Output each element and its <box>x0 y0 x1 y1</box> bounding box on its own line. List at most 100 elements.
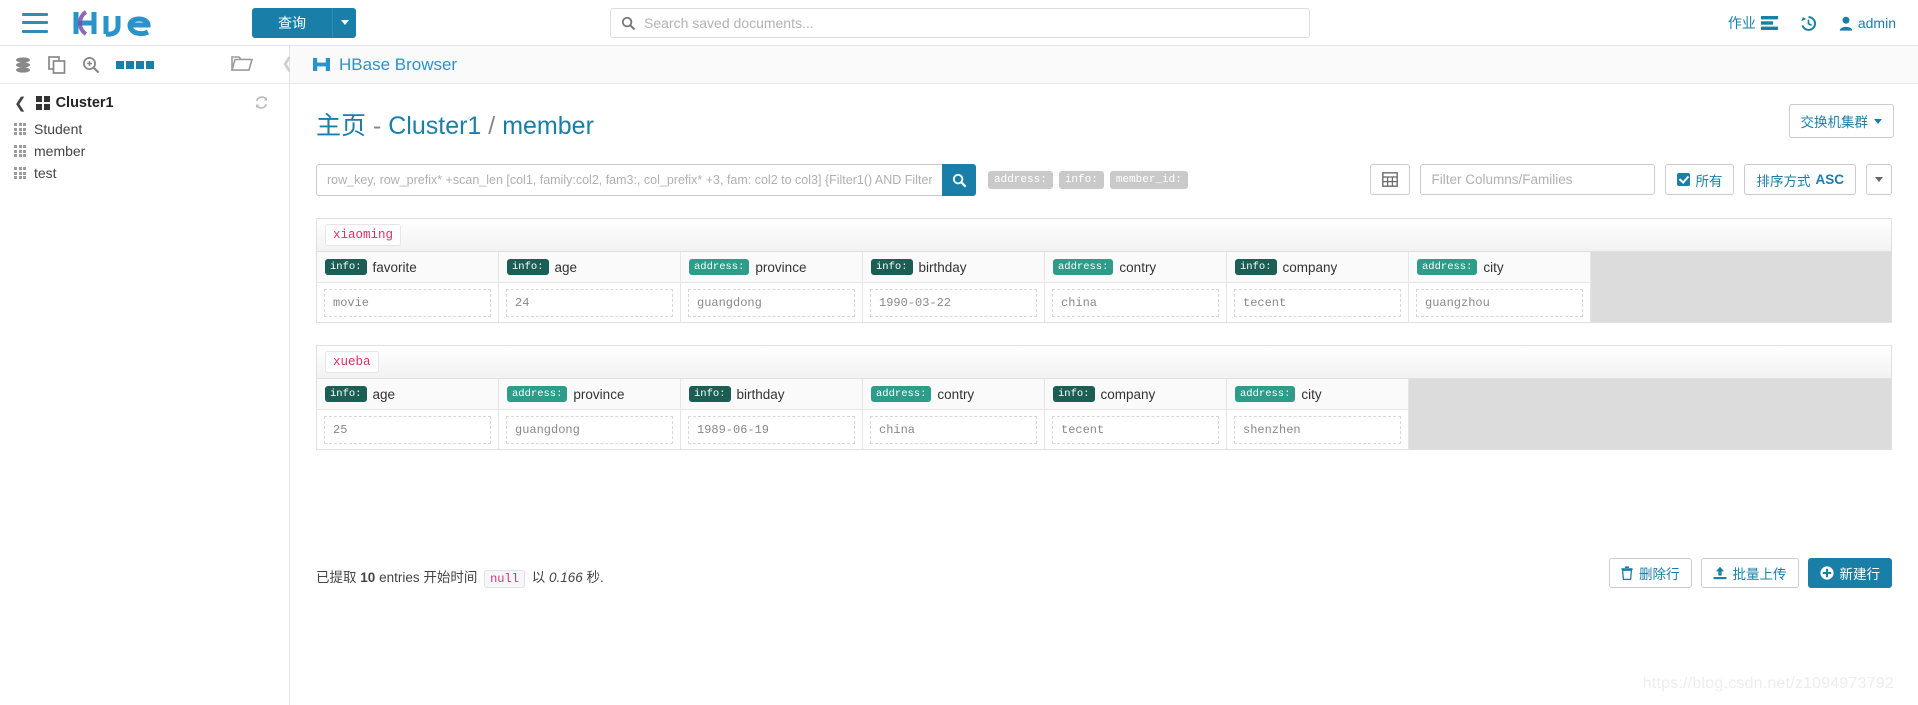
sort-dropdown-button[interactable] <box>1866 164 1892 195</box>
jobs-link[interactable]: 作业 <box>1728 13 1778 33</box>
breadcrumb-home[interactable]: 主页 <box>316 112 366 140</box>
column-name: city <box>1301 386 1322 402</box>
cell-column: address: province guangdong <box>681 252 863 322</box>
assist-panel-icons: ❮ <box>0 46 294 84</box>
family-tag[interactable]: info: <box>1058 171 1104 189</box>
status-count: 10 <box>360 570 376 585</box>
column-name: birthday <box>736 386 785 402</box>
query-button[interactable]: 查询 <box>252 7 332 38</box>
hue-logo[interactable] <box>72 8 168 38</box>
smart-search-input[interactable] <box>316 164 942 196</box>
checkbox-icon <box>1677 173 1691 186</box>
family-badge: info: <box>1235 259 1277 275</box>
column-name: province <box>755 259 807 275</box>
hbase-logo-icon <box>313 58 330 71</box>
row-key-chip[interactable]: xiaoming <box>325 224 402 246</box>
user-menu[interactable]: admin <box>1839 15 1896 31</box>
document-search[interactable] <box>610 8 1310 38</box>
cluster-header[interactable]: ❮ Cluster1 <box>0 84 289 118</box>
row-key-chip[interactable]: xueba <box>325 351 379 373</box>
query-toolbar: address: info: member_id: <box>290 142 1918 196</box>
family-tag[interactable]: member_id: <box>1109 171 1188 189</box>
cell-header: info: company <box>1045 379 1226 410</box>
search-icon <box>621 16 636 30</box>
family-badge: info: <box>325 259 367 275</box>
chevron-down-icon <box>340 20 349 25</box>
history-button[interactable] <box>1800 15 1817 32</box>
cell-body: 24 <box>499 283 680 322</box>
row-key-bar: xiaoming <box>316 218 1892 252</box>
table-columns-button[interactable] <box>1370 164 1411 195</box>
column-name: company <box>1282 259 1338 275</box>
status-with: 以 <box>531 570 546 585</box>
query-dropdown-button[interactable] <box>332 7 356 38</box>
cell-value[interactable]: movie <box>324 288 491 317</box>
database-icon[interactable] <box>14 56 32 74</box>
cell-body: guangzhou <box>1409 283 1590 322</box>
bulk-upload-button[interactable]: 批量上传 <box>1700 558 1799 588</box>
smart-search-submit[interactable] <box>942 164 976 196</box>
cell-header: address: province <box>499 379 680 410</box>
cell-column: info: favorite movie <box>317 252 499 322</box>
column-name: province <box>573 386 625 402</box>
cell-header: info: age <box>317 379 498 410</box>
cell-value[interactable]: tecent <box>1234 288 1401 317</box>
navbar-right: 作业 admin <box>1728 0 1896 46</box>
cell-value[interactable]: guangzhou <box>1416 288 1583 317</box>
cluster-name: Cluster1 <box>55 95 114 111</box>
result-row: xueba info: age 25 address: province gua… <box>316 345 1892 450</box>
user-icon <box>1839 16 1853 31</box>
chevron-down-icon <box>1874 118 1882 124</box>
breadcrumb-table[interactable]: member <box>502 112 594 140</box>
delete-row-button[interactable]: 删除行 <box>1609 558 1692 588</box>
cell-value[interactable]: 24 <box>506 288 673 317</box>
search-zoom-icon[interactable] <box>82 56 100 74</box>
column-name: city <box>1483 259 1504 275</box>
cell-value[interactable]: 25 <box>324 415 491 444</box>
filter-columns-input[interactable] <box>1420 164 1656 195</box>
plus-circle-icon <box>1819 566 1834 580</box>
column-name: favorite <box>372 259 417 275</box>
cell-value[interactable]: china <box>1052 288 1219 317</box>
cell-value[interactable]: shenzhen <box>1234 415 1401 444</box>
family-badge: info: <box>871 259 913 275</box>
cell-body: tecent <box>1045 410 1226 449</box>
cell-body: china <box>863 410 1044 449</box>
table-item-member[interactable]: member <box>0 140 289 162</box>
table-item-test[interactable]: test <box>0 162 289 184</box>
cell-value[interactable]: 1990-03-22 <box>870 288 1037 317</box>
switch-cluster-label: 交换机集群 <box>1800 115 1869 130</box>
switch-cluster-button[interactable]: 交换机集群 <box>1788 104 1894 138</box>
search-input[interactable] <box>644 15 1299 31</box>
cell-value[interactable]: guangdong <box>506 415 673 444</box>
hamburger-icon[interactable] <box>22 12 48 33</box>
folder-icon[interactable] <box>230 53 254 77</box>
chevron-left-icon[interactable]: ❮ <box>14 94 27 112</box>
column-name: contry <box>937 386 975 402</box>
cell-value[interactable]: guangdong <box>688 288 855 317</box>
cell-header: info: age <box>499 252 680 283</box>
hbase-result-grid: xiaoming info: favorite movie info: age … <box>316 218 1892 450</box>
sort-button[interactable]: 排序方式 ASC <box>1744 164 1856 195</box>
jobs-list-icon <box>1760 16 1778 30</box>
cell-body: movie <box>317 283 498 322</box>
family-badge: address: <box>1235 386 1296 402</box>
cell-value[interactable]: china <box>870 415 1037 444</box>
table-item-student[interactable]: Student <box>0 118 289 140</box>
breadcrumb-slash: / <box>488 112 496 140</box>
refresh-icon[interactable] <box>254 95 269 115</box>
family-tag[interactable]: address: <box>988 171 1053 189</box>
new-row-button[interactable]: 新建行 <box>1807 558 1892 588</box>
cell-column: info: birthday 1989-06-19 <box>681 379 863 449</box>
grid-icon[interactable] <box>116 60 154 69</box>
documents-icon[interactable] <box>48 55 66 74</box>
table-item-label: member <box>34 143 86 159</box>
column-name: contry <box>1119 259 1157 275</box>
breadcrumb-cluster[interactable]: Cluster1 <box>388 112 481 140</box>
show-all-columns-toggle[interactable]: 所有 <box>1665 164 1735 195</box>
cell-column: info: age 25 <box>317 379 499 449</box>
table-icon <box>14 167 26 179</box>
user-label: admin <box>1857 15 1896 31</box>
cell-value[interactable]: 1989-06-19 <box>688 415 855 444</box>
cell-value[interactable]: tecent <box>1052 415 1219 444</box>
